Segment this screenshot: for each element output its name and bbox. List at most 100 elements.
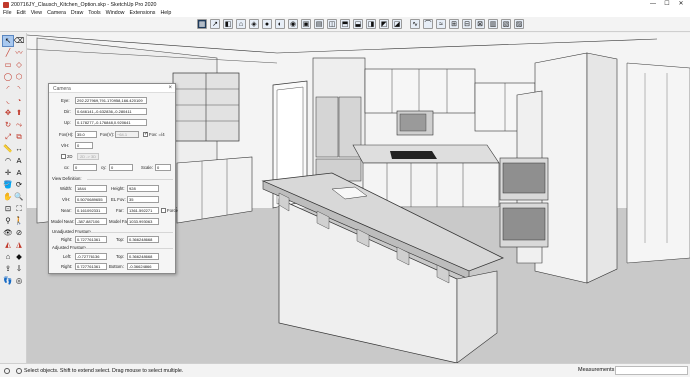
arc-tool-icon[interactable]: ◜	[3, 84, 13, 94]
rectangle-icon[interactable]: ▭	[3, 60, 13, 70]
cy-field[interactable]: 0	[109, 164, 133, 171]
move-icon[interactable]: ✥	[3, 108, 13, 118]
width-field[interactable]: 1844	[75, 185, 107, 192]
section-plane-icon[interactable]: ⊘	[14, 228, 24, 238]
2d-to-3d-button[interactable]: 2D -> 3D	[77, 153, 99, 160]
pie-icon[interactable]: ◔	[14, 96, 24, 106]
user-icon[interactable]	[16, 367, 22, 374]
grid-icon[interactable]: ▤	[314, 19, 324, 29]
force-checkbox[interactable]	[161, 208, 166, 213]
sandbox-icon[interactable]: ◭	[3, 240, 13, 250]
layers-icon[interactable]: ◈	[249, 19, 259, 29]
house-icon[interactable]: ⌂	[236, 19, 246, 29]
near-field[interactable]: 0.161092331	[75, 207, 107, 214]
walk-icon[interactable]: 🚶	[14, 216, 24, 226]
arrow-icon[interactable]: ↗	[210, 19, 220, 29]
extension-icon[interactable]: ◆	[14, 252, 24, 262]
info-icon[interactable]	[4, 367, 10, 374]
3d-text-icon[interactable]: A	[14, 168, 24, 178]
far-field[interactable]: 1361.592271	[127, 207, 159, 214]
scale-field[interactable]: 0	[155, 164, 171, 171]
cx-field[interactable]: 0	[73, 164, 97, 171]
followme-icon[interactable]: ⤳	[14, 120, 24, 130]
grid-icon[interactable]: ⊠	[475, 19, 485, 29]
text-icon[interactable]: A	[14, 156, 24, 166]
up-field[interactable]: 0.178277,-0.176848,0.920641	[75, 119, 147, 126]
dimension-icon[interactable]: ↔	[14, 144, 24, 154]
cube-icon[interactable]: ◨	[366, 19, 376, 29]
sandbox2-icon[interactable]: ◮	[14, 240, 24, 250]
curve-icon[interactable]: ∿	[410, 19, 420, 29]
view-icon[interactable]: ▦	[197, 19, 207, 29]
fov-checkbox[interactable]	[143, 131, 148, 137]
menu-view[interactable]: View	[31, 10, 42, 16]
menu-draw[interactable]: Draw	[71, 10, 83, 16]
model-far-field[interactable]: 1033.993063	[127, 218, 159, 225]
eraser-icon[interactable]: ⌫	[14, 36, 25, 46]
protractor-icon[interactable]: ◠	[3, 156, 13, 166]
grid-icon[interactable]: ▥	[488, 19, 498, 29]
fovh-field[interactable]: 35.0	[75, 131, 97, 138]
a-top-field[interactable]: 0.366248668	[127, 253, 159, 260]
position-camera-icon[interactable]: ⚲	[3, 216, 13, 226]
scale-icon[interactable]: ⤢	[3, 132, 13, 142]
circle-icon[interactable]: ◐	[275, 19, 285, 29]
download-icon[interactable]: ⇩	[14, 264, 24, 274]
grid-icon[interactable]: ▨	[514, 19, 524, 29]
height-field[interactable]: 928	[127, 185, 159, 192]
warehouse-icon[interactable]: ⌂	[3, 252, 13, 262]
axes-icon[interactable]: ✛	[3, 168, 13, 178]
elfov-field[interactable]: 35	[127, 196, 159, 203]
pan-icon[interactable]: ✋	[3, 192, 13, 202]
vh-field[interactable]: 0	[75, 142, 93, 149]
menu-edit[interactable]: Edit	[17, 10, 26, 16]
wave-icon[interactable]: ≈	[436, 19, 446, 29]
orbit-icon[interactable]: ⟳	[14, 180, 24, 190]
pushpull-icon[interactable]: ⬆	[14, 108, 24, 118]
circle-icon[interactable]: ●	[262, 19, 272, 29]
paint-bucket-icon[interactable]: 🪣	[3, 180, 13, 190]
offset-icon[interactable]: ⧉	[14, 132, 24, 142]
grid-icon[interactable]: ▧	[501, 19, 511, 29]
model-near-field[interactable]: -387.887106	[75, 218, 107, 225]
minimize-button[interactable]: —	[646, 0, 660, 9]
cube-icon[interactable]: ◧	[223, 19, 233, 29]
rotated-rect-icon[interactable]: ◇	[14, 60, 24, 70]
zoom-icon[interactable]: 🔍	[14, 192, 24, 202]
arc-icon[interactable]: ⌒	[423, 19, 433, 29]
maximize-button[interactable]: ☐	[660, 0, 674, 9]
tape-measure-icon[interactable]: 📏	[3, 144, 13, 154]
measurements-input[interactable]	[615, 366, 688, 375]
pencil-line-icon[interactable]: ╱	[3, 48, 13, 58]
feet-icon[interactable]: 👣	[3, 276, 13, 286]
arc2-icon[interactable]: ◝	[14, 84, 24, 94]
u-top-field[interactable]: 0.366248668	[127, 236, 159, 243]
grid-icon[interactable]: ⊞	[449, 19, 459, 29]
cube-icon[interactable]: ◫	[327, 19, 337, 29]
cube-icon[interactable]: ◩	[379, 19, 389, 29]
u-right-field[interactable]: 0.727761361	[75, 236, 107, 243]
dir-field[interactable]: 0.646141,-0.632836,-0.280411	[75, 108, 147, 115]
select-arrow-icon[interactable]: ↖	[2, 35, 14, 47]
rotate-icon[interactable]: ↻	[3, 120, 13, 130]
polygon-icon[interactable]: ⬡	[14, 72, 24, 82]
menu-file[interactable]: File	[3, 10, 12, 16]
grid-icon[interactable]: ⊟	[462, 19, 472, 29]
vh2-field[interactable]: 0.5070689655	[75, 196, 107, 203]
menu-extensions[interactable]: Extensions	[130, 10, 156, 16]
circle-tool-icon[interactable]: ◯	[3, 72, 13, 82]
eye-icon[interactable]: ◎	[14, 276, 24, 286]
look-around-icon[interactable]: 👁	[3, 228, 13, 238]
camera-icon[interactable]: ◉	[288, 19, 298, 29]
close-button[interactable]: ✕	[674, 0, 688, 9]
2d-checkbox[interactable]	[61, 154, 66, 159]
a-left-field[interactable]: -0.72776136	[75, 253, 107, 260]
a-bottom-field[interactable]: -0.36624866	[127, 263, 159, 270]
dialog-close-icon[interactable]: ×	[168, 85, 172, 91]
cube-icon[interactable]: ⬓	[353, 19, 363, 29]
cube-icon[interactable]: ◪	[392, 19, 402, 29]
freehand-icon[interactable]: 〰	[14, 48, 24, 58]
cube-icon[interactable]: ⬒	[340, 19, 350, 29]
menu-camera[interactable]: Camera	[47, 10, 66, 16]
menu-tools[interactable]: Tools	[88, 10, 100, 16]
